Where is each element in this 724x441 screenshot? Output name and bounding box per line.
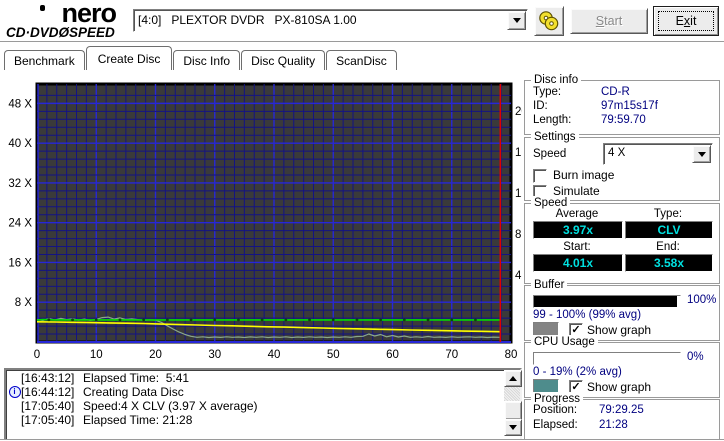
cpu-progress-bar	[533, 352, 681, 365]
chevron-down-icon	[697, 151, 706, 157]
svg-text:24 X: 24 X	[8, 218, 32, 230]
position-value: 79:29.25	[599, 404, 644, 416]
log-row[interactable]: [17:05:40] Speed:4 X CLV (3.97 X average…	[8, 399, 502, 413]
svg-text:40: 40	[268, 349, 281, 361]
tab-bar: Benchmark Create Disc Disc Info Disc Qua…	[4, 46, 398, 70]
log-row[interactable]: i [16:44:12] Creating Data Disc	[8, 385, 502, 399]
toolbar-divider	[0, 41, 724, 43]
tab-benchmark[interactable]: Benchmark	[4, 50, 85, 70]
tab-disc-info[interactable]: Disc Info	[173, 50, 241, 70]
toolbar: nero CD·DVDØSPEED [4:0] PLEXTOR DVDR PX-…	[0, 0, 724, 41]
scroll-up-button[interactable]	[504, 370, 522, 387]
focus-rectangle	[658, 11, 714, 31]
buffer-group: Buffer 100% 99 - 100% (99% avg) ✓ Show g…	[524, 278, 720, 341]
arrow-down-icon	[509, 425, 517, 430]
elapsed-value: 21:28	[599, 419, 628, 431]
svg-text:30: 30	[208, 349, 221, 361]
svg-text:16: 16	[515, 147, 522, 159]
cpu-title: CPU Usage	[531, 335, 598, 349]
svg-text:16 X: 16 X	[8, 257, 32, 269]
nero-logo: nero CD·DVDØSPEED	[6, 0, 130, 40]
start-button[interactable]: Start	[570, 8, 648, 34]
exit-button[interactable]: Exit	[653, 6, 719, 36]
disc-type-value: CD-R	[601, 86, 630, 98]
svg-text:40 X: 40 X	[8, 138, 32, 150]
svg-text:10: 10	[90, 349, 103, 361]
nero-cd-dvd-speed-window: nero CD·DVDØSPEED [4:0] PLEXTOR DVDR PX-…	[0, 0, 724, 441]
log-row[interactable]: [17:05:40] Elapsed Time: 21:28	[8, 413, 502, 427]
speed-select-value: 4 X	[608, 147, 626, 159]
scroll-down-button[interactable]	[504, 419, 522, 436]
scrollbar-thumb[interactable]	[504, 401, 522, 420]
log-row[interactable]: [16:43:12] Elapsed Time: 5:41	[8, 371, 502, 385]
cpu-percent: 0%	[687, 351, 704, 363]
progress-group: Progress Position: 79:29.25 Elapsed: 21:…	[524, 392, 720, 440]
arrow-up-icon	[509, 376, 517, 381]
tab-disc-quality[interactable]: Disc Quality	[241, 50, 326, 70]
log-scrollbar[interactable]	[504, 370, 522, 436]
speed-graph: 8 X 16 X 24 X 32 X 40 X 48 X 4 8 12 16 20 0 10 20 30 40…	[2, 74, 528, 371]
cpu-usage-group: CPU Usage 0% 0 - 19% (2% avg) ✓ Show gra…	[524, 335, 720, 398]
svg-text:4: 4	[515, 270, 522, 282]
drive-select[interactable]: [4:0] PLEXTOR DVDR PX-810SA 1.00	[133, 9, 528, 32]
chevron-down-icon	[512, 18, 521, 23]
buffer-percent: 100%	[687, 294, 717, 306]
brand-text: nero	[61, 0, 117, 28]
svg-text:12: 12	[515, 188, 522, 200]
svg-text:60: 60	[386, 349, 399, 361]
buffer-range: 99 - 100% (99% avg)	[533, 309, 642, 321]
tab-scandisc[interactable]: ScanDisc	[326, 50, 397, 70]
cpu-range: 0 - 19% (2% avg)	[533, 366, 622, 378]
svg-text:8 X: 8 X	[15, 297, 33, 309]
drive-select-dropdown-button[interactable]	[507, 11, 526, 30]
svg-text:8: 8	[515, 229, 521, 241]
average-speed-display: 3.97x	[533, 221, 623, 239]
buffer-title: Buffer	[531, 278, 568, 292]
discs-icon	[539, 11, 559, 31]
settings-title: Settings	[531, 130, 579, 144]
svg-text:20: 20	[149, 349, 162, 361]
disc-length-value: 79:59.70	[601, 114, 646, 126]
end-speed-display: 3.58x	[625, 254, 713, 272]
disc-info-title: Disc info	[531, 73, 582, 87]
speed-select-dropdown-button[interactable]	[692, 145, 711, 163]
info-icon: i	[8, 386, 21, 398]
start-speed-display: 4.01x	[533, 254, 623, 272]
settings-group: Settings Speed 4 X Burn image Simulate	[524, 130, 720, 201]
drive-select-value: [4:0] PLEXTOR DVDR PX-810SA 1.00	[138, 13, 357, 27]
burn-image-checkbox[interactable]	[533, 169, 547, 183]
tab-create-disc[interactable]: Create Disc	[85, 46, 173, 70]
nero-logo-flame-dot	[40, 5, 45, 11]
buffer-progress-bar	[533, 295, 681, 308]
speed-select[interactable]: 4 X	[603, 143, 713, 165]
svg-text:0: 0	[34, 349, 40, 361]
disc-eject-button[interactable]	[534, 6, 564, 36]
svg-text:50: 50	[327, 349, 340, 361]
speed-chart-canvas: 8 X 16 X 24 X 32 X 40 X 48 X 4 8 12 16 20 0 10 20 30 40…	[8, 82, 528, 361]
disc-id-value: 97m15s17f	[601, 100, 658, 112]
disc-glyph-icon: Ø	[58, 25, 70, 40]
status-log: [16:43:12] Elapsed Time: 5:41 i [16:44:1…	[4, 368, 522, 441]
product-text: CD·DVDØSPEED	[6, 25, 115, 40]
svg-text:20: 20	[515, 106, 522, 118]
log-rows: [16:43:12] Elapsed Time: 5:41 i [16:44:1…	[8, 371, 502, 439]
speed-type-display: CLV	[625, 221, 713, 239]
svg-text:70: 70	[445, 349, 458, 361]
speed-group: Speed Average Type: 3.97x CLV Start: End…	[524, 196, 720, 284]
svg-text:48 X: 48 X	[8, 98, 32, 110]
svg-text:80: 80	[505, 349, 518, 361]
svg-text:32 X: 32 X	[8, 178, 32, 190]
disc-info-group: Disc info Type: CD-R ID: 97m15s17f Lengt…	[524, 73, 720, 135]
